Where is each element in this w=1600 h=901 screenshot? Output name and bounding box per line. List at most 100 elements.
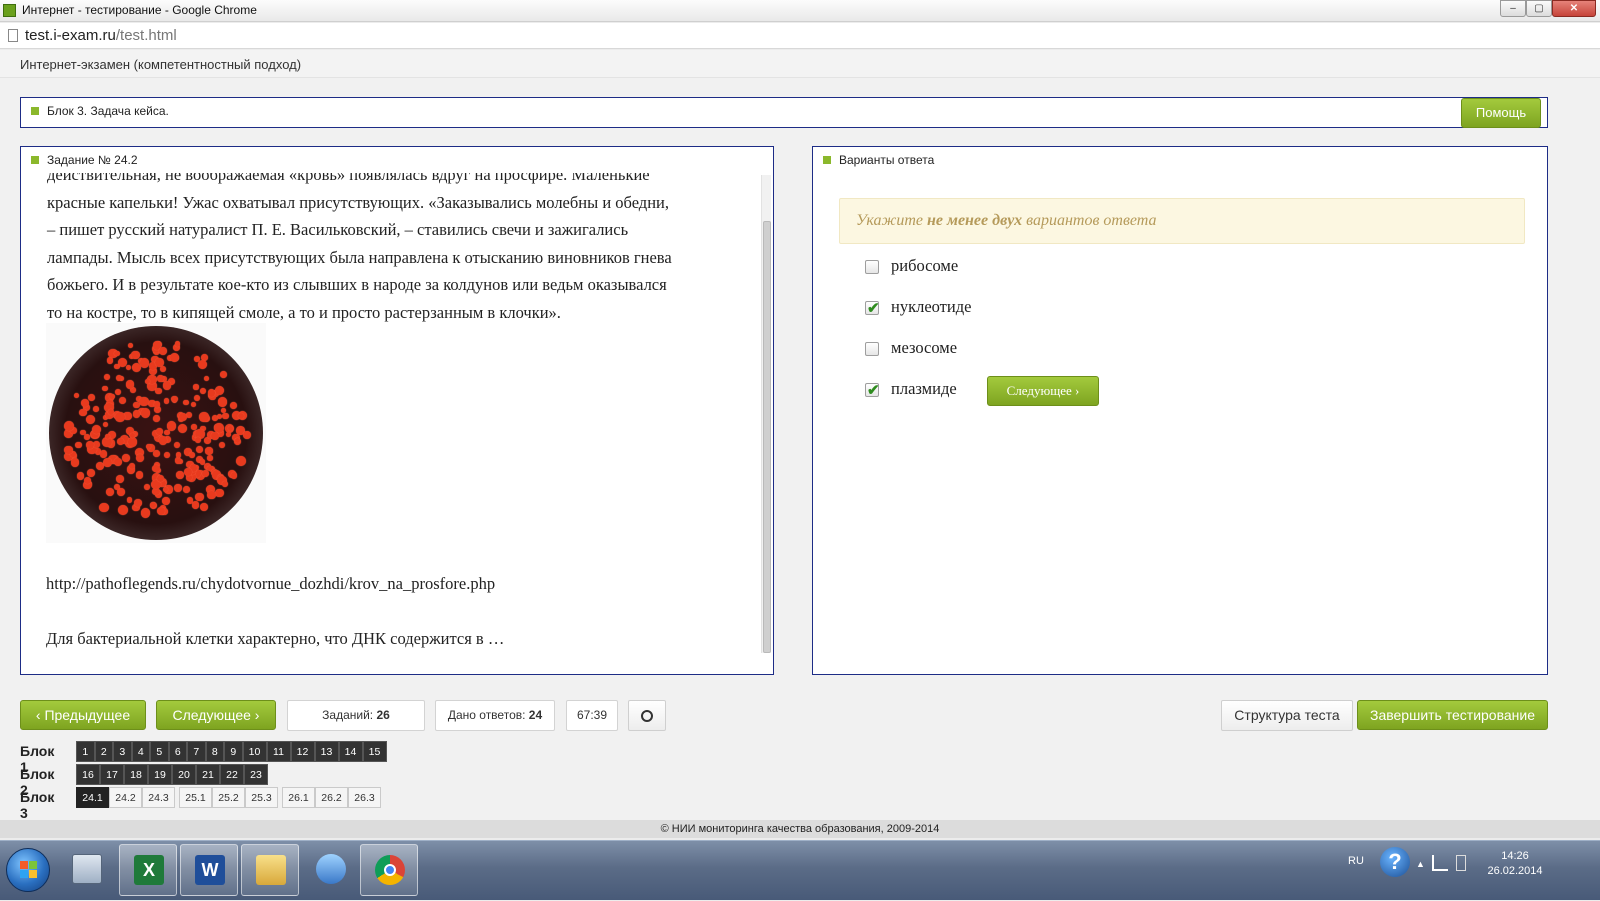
help-button[interactable]: Помощь — [1461, 98, 1541, 128]
language-indicator[interactable]: RU — [1348, 855, 1364, 867]
task-cell[interactable]: 26.3 — [348, 787, 381, 808]
task-cell[interactable]: 14 — [338, 741, 363, 762]
task-cell[interactable]: 15 — [362, 741, 387, 762]
colony-dot — [126, 497, 133, 503]
clock-date: 26.02.2014 — [1487, 865, 1543, 877]
windows-taskbar: X W RU ? ▲ 14:26 26.02.2014 — [0, 840, 1600, 900]
task-cell[interactable]: 16 — [76, 764, 100, 785]
checkmark-icon: ✔ — [867, 382, 880, 399]
task-cell[interactable]: 18 — [124, 764, 148, 785]
checkbox-checked[interactable]: ✔ — [865, 300, 880, 317]
hint-bold: не менее двух — [927, 212, 1023, 229]
task-cell[interactable]: 4 — [131, 741, 150, 762]
maximize-button[interactable]: ▢ — [1526, 0, 1552, 17]
task-cell[interactable]: 8 — [205, 741, 224, 762]
task-text-scroll[interactable]: действительная, не воображаемая «кровь» … — [29, 173, 773, 654]
checkbox-unchecked[interactable] — [865, 260, 879, 274]
source-link[interactable]: http://pathoflegends.ru/chydotvornue_doz… — [46, 574, 495, 594]
colony-dot — [135, 471, 144, 480]
network-signal-icon[interactable] — [1432, 855, 1448, 871]
task-cell[interactable]: 13 — [314, 741, 339, 762]
colony-dot — [73, 392, 79, 399]
petri-dish-image — [46, 323, 266, 543]
colony-dot — [113, 483, 120, 490]
colony-dot — [220, 371, 228, 378]
colony-dot — [87, 468, 96, 477]
colony-dot — [164, 430, 170, 436]
colony-dot — [194, 436, 201, 444]
task-cell[interactable]: 25.2 — [212, 787, 245, 808]
taskbar-explorer[interactable] — [241, 844, 299, 896]
task-cell[interactable]: 10 — [242, 741, 267, 762]
task-cell[interactable]: 3 — [113, 741, 132, 762]
task-cell[interactable]: 21 — [196, 764, 220, 785]
task-cell[interactable]: 7 — [187, 741, 206, 762]
task-cell[interactable]: 24.1 — [76, 787, 109, 808]
task-cell[interactable]: 23 — [244, 764, 268, 785]
option-label[interactable]: рибосоме — [891, 256, 958, 276]
colony-dot — [183, 399, 189, 406]
task-cell[interactable]: 24.2 — [109, 787, 142, 808]
task-cell[interactable]: 26.2 — [315, 787, 348, 808]
scrollbar-thumb[interactable] — [763, 221, 771, 653]
colony-dot — [157, 375, 164, 382]
next-button[interactable]: Следующее › — [156, 700, 276, 730]
taskbar-media[interactable] — [302, 844, 360, 896]
option-label[interactable]: нуклеотиде — [891, 297, 971, 317]
clock-time: 14:26 — [1501, 850, 1529, 862]
colony-dot — [177, 423, 187, 433]
option-label[interactable]: плазмиде — [891, 379, 957, 399]
close-window-button[interactable]: ✕ — [1552, 0, 1596, 17]
help-tray-icon[interactable]: ? — [1380, 847, 1410, 877]
media-icon — [316, 854, 346, 884]
task-cell[interactable]: 24.3 — [142, 787, 175, 808]
colony-dot — [174, 484, 183, 493]
excel-icon: X — [134, 855, 164, 885]
start-button[interactable] — [6, 848, 50, 892]
colony-dot — [75, 441, 82, 449]
tray-clock[interactable]: 14:26 26.02.2014 — [1480, 849, 1550, 879]
task-cell[interactable]: 1 — [76, 741, 95, 762]
taskbar-excel[interactable]: X — [119, 844, 177, 896]
task-cell[interactable]: 9 — [224, 741, 243, 762]
colony-dot — [79, 429, 86, 436]
finish-test-button[interactable]: Завершить тестирование — [1357, 700, 1548, 730]
task-cell[interactable]: 25.3 — [245, 787, 278, 808]
power-icon[interactable] — [1456, 855, 1466, 871]
taskbar-chrome[interactable] — [360, 844, 418, 896]
exam-app: Интернет-экзамен (компетентностный подхо… — [0, 50, 1600, 838]
task-scrollbar[interactable] — [761, 175, 771, 653]
task-cell[interactable]: 17 — [100, 764, 124, 785]
task-cell[interactable]: 6 — [168, 741, 187, 762]
next-answer-button[interactable]: Следующее › — [987, 376, 1099, 406]
task-cell[interactable]: 20 — [172, 764, 196, 785]
taskbar-calculator[interactable] — [58, 844, 116, 896]
taskbar-word[interactable]: W — [180, 844, 238, 896]
task-text-line: – пишет русский натуралист П. Е. Васильк… — [47, 220, 629, 239]
url-text[interactable]: test.i-exam.ru/test.html — [25, 27, 177, 44]
previous-button[interactable]: ‹ Предыдущее — [20, 700, 146, 730]
checkbox-unchecked[interactable] — [865, 342, 879, 356]
colony-dot — [121, 454, 130, 463]
colony-dot — [156, 506, 165, 516]
minimize-button[interactable]: – — [1500, 0, 1526, 17]
task-cell[interactable]: 22 — [220, 764, 244, 785]
task-text: действительная, не воображаемая «кровь» … — [47, 173, 747, 326]
task-cell[interactable]: 26.1 — [282, 787, 315, 808]
colony-dot — [85, 414, 96, 425]
test-structure-button[interactable]: Структура теста — [1221, 700, 1353, 731]
task-cell[interactable]: 12 — [290, 741, 315, 762]
address-bar[interactable]: test.i-exam.ru/test.html — [0, 23, 1600, 49]
colony-dot — [109, 393, 115, 400]
colony-dot — [166, 421, 176, 431]
option-label[interactable]: мезосоме — [891, 338, 957, 358]
task-cell[interactable]: 2 — [94, 741, 113, 762]
timer-toggle-button[interactable] — [628, 700, 666, 731]
colony-dot — [63, 420, 74, 431]
show-hidden-icons-icon[interactable]: ▲ — [1416, 859, 1425, 869]
task-cell[interactable]: 5 — [150, 741, 169, 762]
task-cell[interactable]: 19 — [148, 764, 172, 785]
checkbox-checked[interactable]: ✔ — [865, 382, 880, 399]
task-cell[interactable]: 11 — [266, 741, 291, 762]
task-cell[interactable]: 25.1 — [179, 787, 212, 808]
